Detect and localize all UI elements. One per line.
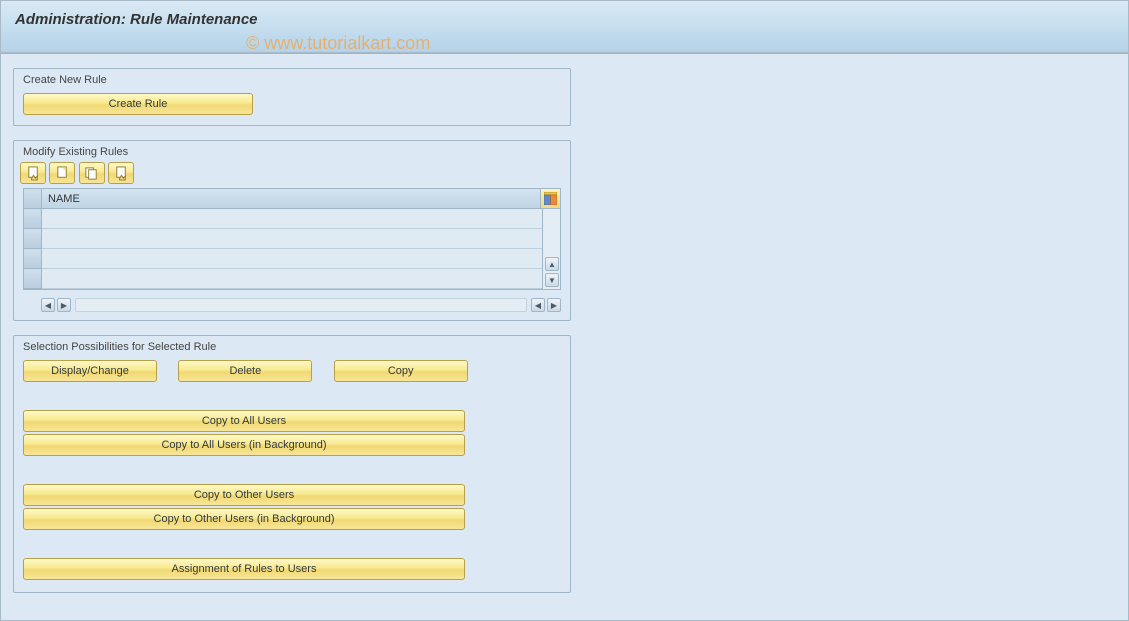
- row-selector[interactable]: [24, 249, 42, 269]
- toolbar-btn-1[interactable]: [20, 162, 46, 184]
- cell-name[interactable]: [42, 269, 542, 289]
- table-config-button[interactable]: [540, 189, 560, 209]
- table-row: [24, 209, 542, 229]
- toolbar-btn-2[interactable]: [49, 162, 75, 184]
- groupbox-label-modify: Modify Existing Rules: [14, 141, 570, 162]
- copy-to-other-users-button[interactable]: Copy to Other Users: [23, 484, 465, 506]
- page-hand-icon: [26, 166, 41, 181]
- groupbox-label-create: Create New Rule: [14, 69, 570, 90]
- cell-name[interactable]: [42, 229, 542, 249]
- page-icon: [55, 166, 70, 181]
- cell-name[interactable]: [42, 209, 542, 229]
- row-selector-header[interactable]: [24, 189, 42, 209]
- table-toolbar: [14, 162, 570, 188]
- table-row: [24, 249, 542, 269]
- horizontal-scrollbar: ◀ ▶ ◀ ▶: [14, 294, 570, 320]
- groupbox-label-selection: Selection Possibilities for Selected Rul…: [14, 336, 570, 357]
- row-selector[interactable]: [24, 229, 42, 249]
- scroll-left-end-button[interactable]: ◀: [531, 298, 545, 312]
- row-selector[interactable]: [24, 209, 42, 229]
- copy-button[interactable]: Copy: [334, 360, 468, 382]
- page-hand-icon-2: [114, 166, 129, 181]
- column-header-name[interactable]: NAME: [42, 189, 540, 209]
- table-config-icon: [544, 192, 557, 205]
- scroll-up-button[interactable]: ▲: [545, 257, 559, 271]
- table-row: [24, 229, 542, 249]
- groupbox-create-rule: Create New Rule Create Rule: [13, 68, 571, 126]
- table-row: [24, 269, 542, 289]
- delete-button[interactable]: Delete: [178, 360, 312, 382]
- groupbox-modify-rules: Modify Existing Rules NAME: [13, 140, 571, 321]
- content-area: Create New Rule Create Rule Modify Exist…: [1, 53, 1128, 620]
- page-copy-icon: [84, 166, 99, 181]
- create-rule-button[interactable]: Create Rule: [23, 93, 253, 115]
- copy-to-other-users-bg-button[interactable]: Copy to Other Users (in Background): [23, 508, 465, 530]
- title-bar: Administration: Rule Maintenance © www.t…: [1, 1, 1128, 53]
- scroll-left-button[interactable]: ◀: [41, 298, 55, 312]
- groupbox-selection: Selection Possibilities for Selected Rul…: [13, 335, 571, 593]
- assignment-rules-button[interactable]: Assignment of Rules to Users: [23, 558, 465, 580]
- scroll-down-button[interactable]: ▼: [545, 273, 559, 287]
- toolbar-btn-4[interactable]: [108, 162, 134, 184]
- scroll-right-end-button[interactable]: ▶: [547, 298, 561, 312]
- scroll-track[interactable]: [75, 298, 527, 312]
- rules-table: NAME: [23, 188, 561, 290]
- table-body: [24, 209, 542, 289]
- page-title: Administration: Rule Maintenance: [15, 11, 1114, 28]
- copy-to-all-users-bg-button[interactable]: Copy to All Users (in Background): [23, 434, 465, 456]
- watermark: © www.tutorialkart.com: [246, 33, 430, 54]
- cell-name[interactable]: [42, 249, 542, 269]
- scroll-right-button[interactable]: ▶: [57, 298, 71, 312]
- display-change-button[interactable]: Display/Change: [23, 360, 157, 382]
- vertical-scrollbar[interactable]: ▲ ▼: [542, 209, 560, 289]
- row-selector[interactable]: [24, 269, 42, 289]
- toolbar-btn-3[interactable]: [79, 162, 105, 184]
- copy-to-all-users-button[interactable]: Copy to All Users: [23, 410, 465, 432]
